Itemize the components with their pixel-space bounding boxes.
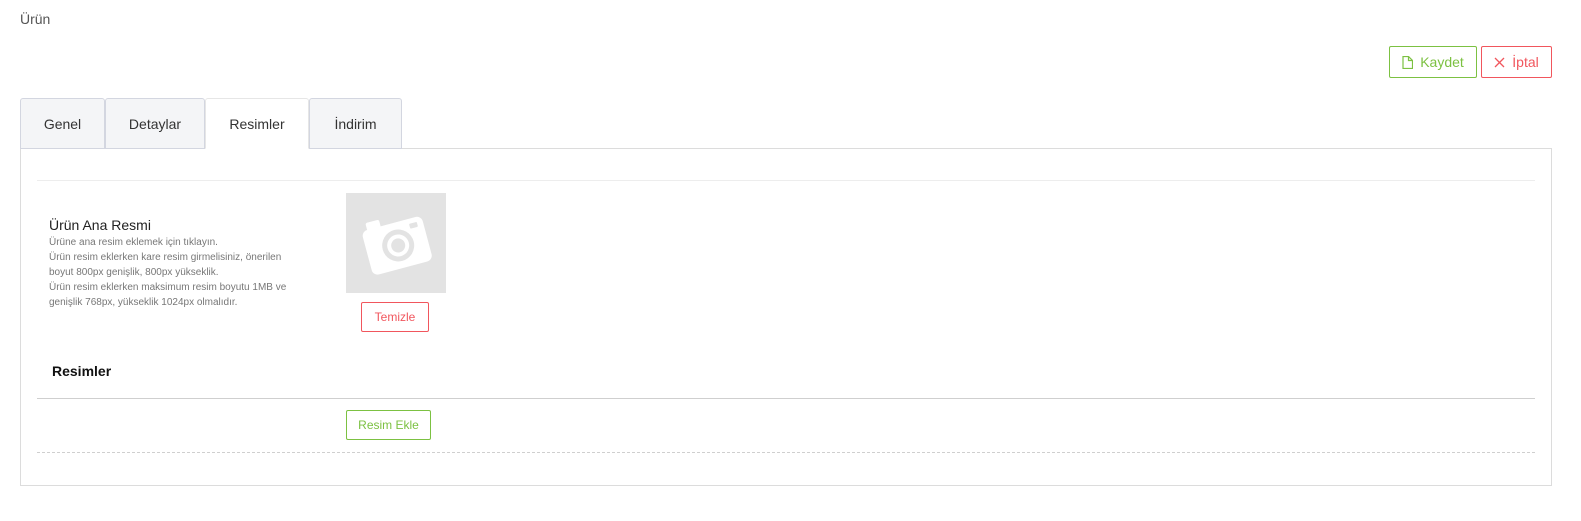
- help-line: Ürün resim eklerken kare resim girmelisi…: [49, 252, 282, 263]
- main-image-upload[interactable]: [346, 193, 446, 293]
- tab-detaylar[interactable]: Detaylar: [105, 98, 205, 149]
- tab-resimler[interactable]: Resimler: [205, 98, 309, 149]
- divider: [37, 398, 1535, 399]
- clear-image-button[interactable]: Temizle: [361, 302, 429, 332]
- help-line: Ürün resim eklerken maksimum resim boyut…: [49, 282, 287, 293]
- help-line: genişlik 768px, yükseklik 1024px olmalıd…: [49, 297, 238, 308]
- save-button[interactable]: Kaydet: [1389, 46, 1477, 78]
- cancel-button-label: İptal: [1512, 54, 1539, 70]
- main-image-help: Ürüne ana resim eklemek için tıklayın. Ü…: [49, 235, 334, 310]
- add-image-button[interactable]: Resim Ekle: [346, 410, 431, 440]
- tab-genel[interactable]: Genel: [20, 98, 105, 149]
- tab-panel-resimler: Ürün Ana Resmi Ürüne ana resim eklemek i…: [20, 148, 1552, 486]
- dashed-divider: [37, 452, 1535, 453]
- tab-indirim[interactable]: İndirim: [309, 98, 402, 149]
- tab-bar: Genel Detaylar Resimler İndirim: [20, 98, 402, 149]
- close-icon: [1494, 57, 1505, 68]
- save-button-label: Kaydet: [1420, 54, 1464, 70]
- help-line: Ürüne ana resim eklemek için tıklayın.: [49, 237, 218, 248]
- divider: [37, 180, 1535, 181]
- file-icon: [1402, 55, 1414, 69]
- help-line: boyut 800px genişlik, 800px yükseklik.: [49, 267, 219, 278]
- camera-icon: [362, 216, 432, 275]
- main-image-title: Ürün Ana Resmi: [49, 217, 151, 233]
- cancel-button[interactable]: İptal: [1481, 46, 1552, 78]
- page-title: Ürün: [20, 11, 51, 27]
- images-section-title: Resimler: [52, 363, 112, 379]
